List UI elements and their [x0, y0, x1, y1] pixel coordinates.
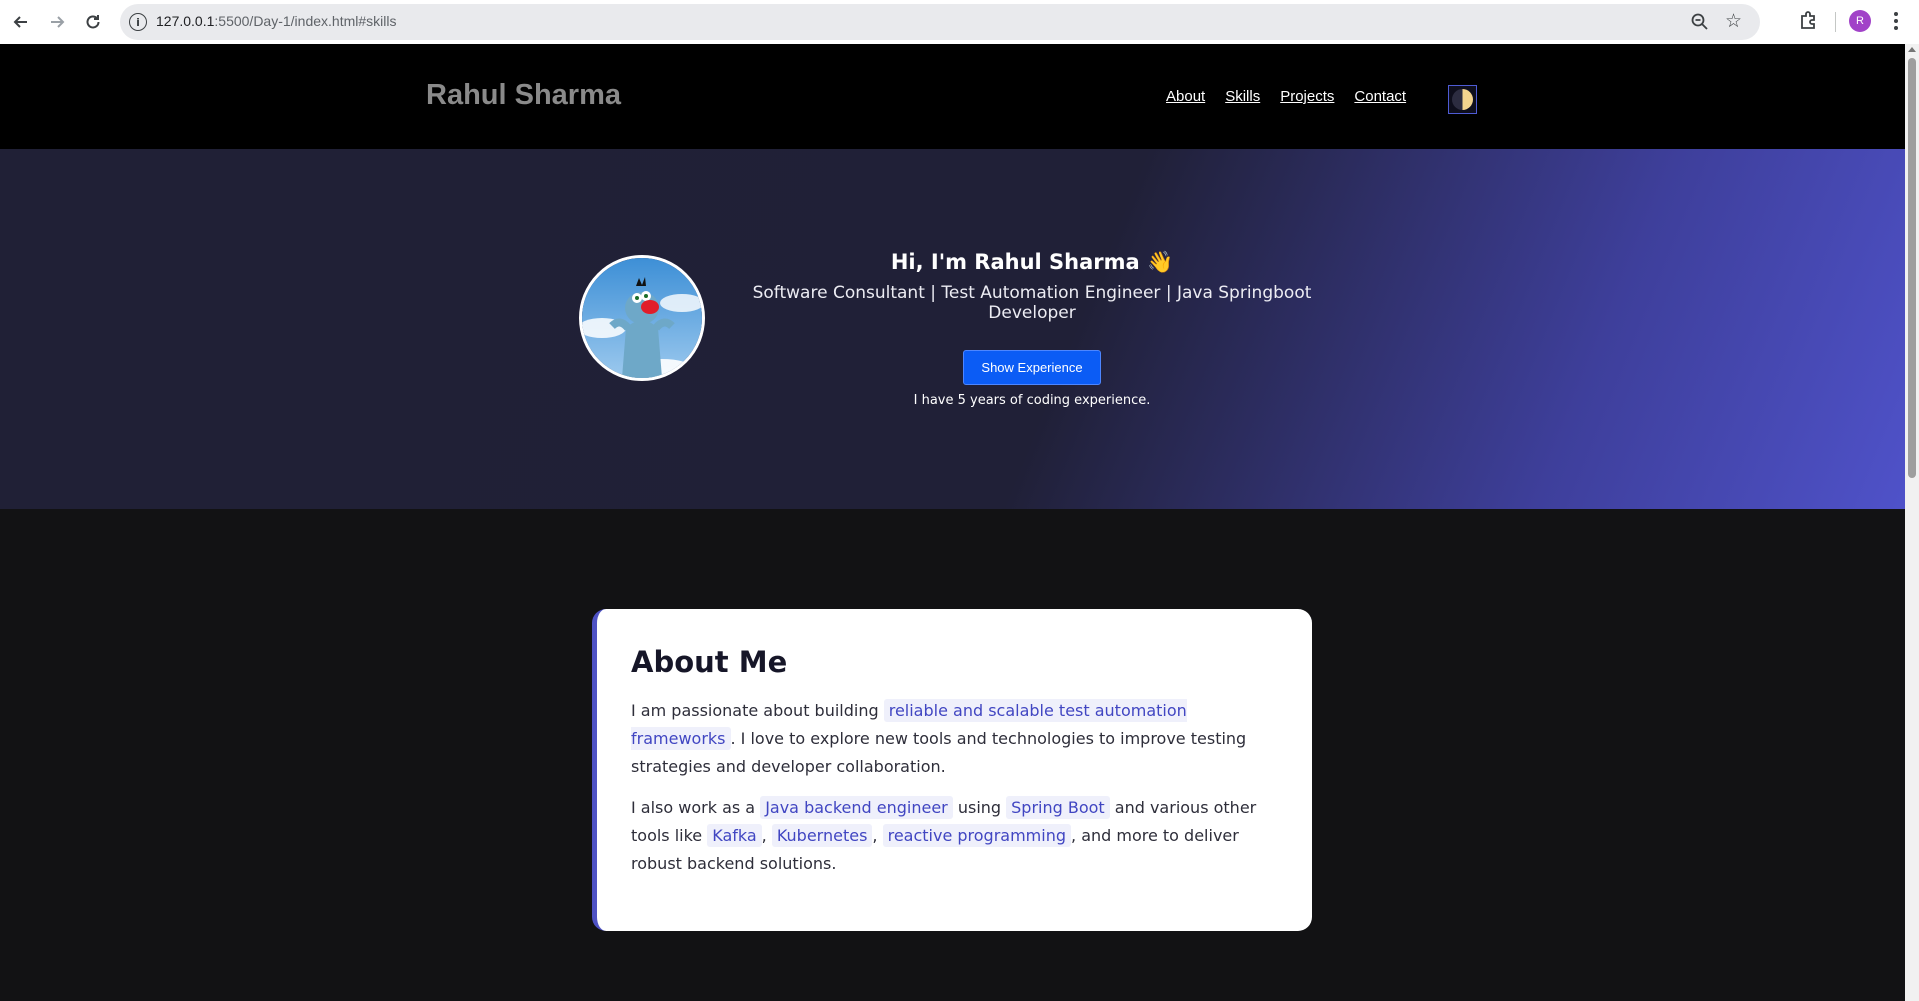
hero-title: Hi, I'm Rahul Sharma 👋: [890, 250, 1174, 274]
bookmark-star-icon[interactable]: ☆: [1725, 10, 1742, 32]
hero-section: Hi, I'm Rahul Sharma 👋 Software Consulta…: [0, 149, 1905, 509]
half-moon-icon: [1452, 89, 1473, 110]
theme-toggle-button[interactable]: [1448, 85, 1477, 114]
hero-text-block: Hi, I'm Rahul Sharma 👋 Software Consulta…: [720, 250, 1344, 408]
toolbar-divider: [1835, 12, 1836, 32]
forward-arrow-icon[interactable]: [44, 9, 70, 35]
page-viewport: Rahul Sharma About Skills Projects Conta…: [0, 44, 1905, 1001]
site-header: Rahul Sharma About Skills Projects Conta…: [0, 44, 1905, 149]
highlight-kafka: Kafka: [707, 824, 762, 847]
about-title: About Me: [631, 645, 788, 679]
profile-avatar[interactable]: R: [1849, 10, 1871, 32]
about-card: About Me I am passionate about building …: [592, 609, 1312, 931]
address-bar[interactable]: i 127.0.0.1:5500/Day-1/index.html#skills…: [120, 4, 1760, 40]
highlight-reactive: reactive programming: [882, 824, 1072, 847]
scrollbar-thumb[interactable]: [1908, 58, 1916, 478]
site-brand: Rahul Sharma: [426, 79, 621, 111]
reload-icon[interactable]: [80, 9, 106, 35]
nav-skills[interactable]: Skills: [1225, 88, 1260, 105]
nav-contact[interactable]: Contact: [1354, 88, 1406, 105]
show-experience-button[interactable]: Show Experience: [963, 350, 1101, 385]
nav-projects[interactable]: Projects: [1280, 88, 1334, 105]
profile-avatar-image: [579, 255, 705, 381]
extensions-puzzle-icon[interactable]: [1797, 9, 1821, 33]
highlight-kubernetes: Kubernetes: [771, 824, 873, 847]
site-info-icon[interactable]: i: [129, 13, 147, 31]
highlight-java: Java backend engineer: [760, 796, 953, 819]
highlight-spring-boot: Spring Boot: [1006, 796, 1110, 819]
page-scrollbar[interactable]: [1905, 44, 1919, 1001]
hero-subtitle: Software Consultant | Test Automation En…: [752, 283, 1312, 323]
scroll-up-arrow-icon[interactable]: [1908, 47, 1916, 52]
back-arrow-icon[interactable]: [8, 9, 34, 35]
zoom-icon[interactable]: [1690, 12, 1710, 32]
browser-toolbar: i 127.0.0.1:5500/Day-1/index.html#skills…: [0, 0, 1919, 44]
experience-text: I have 5 years of coding experience.: [913, 393, 1151, 408]
about-paragraph-1: I am passionate about building reliable …: [631, 699, 1247, 776]
url-text[interactable]: 127.0.0.1:5500/Day-1/index.html#skills: [156, 13, 396, 29]
about-paragraph-2: I also work as a Java backend engineer u…: [631, 796, 1257, 873]
chrome-menu-icon[interactable]: [1893, 10, 1899, 32]
nav-about[interactable]: About: [1166, 88, 1205, 105]
main-nav: About Skills Projects Contact: [1166, 88, 1406, 105]
